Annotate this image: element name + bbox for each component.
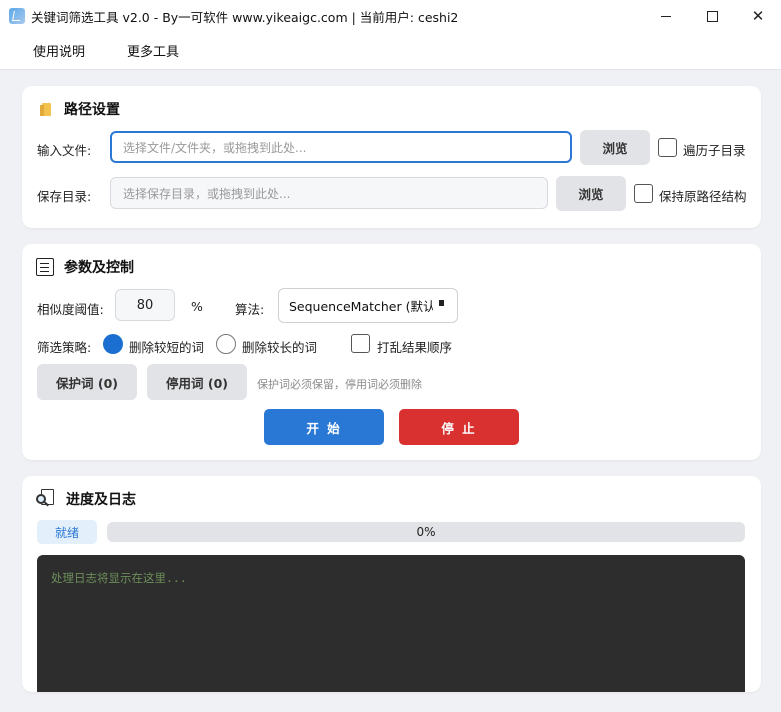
params-card: 参数及控制 相似度阈值: 80 % 算法: SequenceMatcher (默… (22, 244, 761, 460)
strategy-radio-longer[interactable] (216, 334, 236, 354)
menu-bar: 使用说明 更多工具 (0, 32, 781, 70)
save-dir-placeholder: 选择保存目录，或拖拽到此处... (123, 186, 291, 201)
input-file-placeholder: 选择文件/文件夹，或拖拽到此处... (123, 140, 307, 155)
keep-structure-checkbox[interactable] (634, 184, 653, 203)
menu-item-help[interactable]: 使用说明 (33, 41, 85, 60)
percent-label: % (191, 299, 203, 314)
maximize-icon[interactable] (689, 0, 735, 32)
recursive-label: 遍历子目录 (683, 143, 746, 158)
strategy-radio-shorter[interactable] (103, 334, 123, 354)
threshold-input[interactable]: 80 (115, 289, 175, 321)
log-placeholder: 处理日志将显示在这里... (51, 571, 187, 585)
dropdown-arrow-icon (439, 300, 444, 306)
log-magnifier-icon (36, 489, 56, 509)
stop-button[interactable]: 停 止 (399, 409, 519, 445)
path-settings-title: 路径设置 (40, 98, 120, 120)
input-file-field[interactable]: 选择文件/文件夹，或拖拽到此处... (110, 131, 572, 163)
title-bar: 关键词筛选工具 v2.0 - By一可软件 www.yikeaigc.com |… (0, 0, 781, 32)
list-icon (36, 258, 54, 276)
words-hint: 保护词必须保留，停用词必须删除 (257, 378, 422, 391)
shuffle-checkbox[interactable] (351, 334, 370, 353)
strategy-longer-label: 删除较长的词 (242, 340, 318, 355)
close-icon[interactable]: ✕ (735, 0, 781, 32)
start-button[interactable]: 开 始 (264, 409, 384, 445)
menu-item-more-tools[interactable]: 更多工具 (127, 41, 179, 60)
save-dir-label: 保存目录: (37, 189, 92, 204)
folder-icon (40, 102, 54, 116)
stop-words-button[interactable]: 停用词 (0) (147, 364, 247, 400)
progress-title-text: 进度及日志 (66, 492, 136, 508)
input-browse-button[interactable]: 浏览 (580, 130, 650, 165)
params-title: 参数及控制 (36, 256, 134, 278)
progress-bar: 0% (107, 522, 745, 542)
keep-structure-label: 保持原路径结构 (659, 189, 747, 204)
threshold-label: 相似度阈值: (37, 302, 104, 317)
strategy-shorter-label: 删除较短的词 (129, 340, 205, 355)
shuffle-label: 打乱结果顺序 (377, 340, 453, 355)
window-title: 关键词筛选工具 v2.0 - By一可软件 www.yikeaigc.com |… (31, 9, 459, 25)
protect-words-button[interactable]: 保护词 (0) (37, 364, 137, 400)
save-dir-field[interactable]: 选择保存目录，或拖拽到此处... (110, 177, 548, 209)
progress-title: 进度及日志 (36, 488, 136, 510)
log-output[interactable]: 处理日志将显示在这里... (37, 555, 745, 692)
path-settings-title-text: 路径设置 (64, 102, 120, 118)
params-title-text: 参数及控制 (64, 260, 134, 276)
minimize-icon[interactable] (643, 0, 689, 32)
strategy-label: 筛选策略: (37, 340, 92, 355)
algo-select[interactable]: SequenceMatcher (默认 (278, 288, 458, 323)
progress-percent: 0% (416, 525, 436, 539)
recursive-checkbox[interactable] (658, 138, 677, 157)
status-badge: 就绪 (37, 520, 97, 544)
window-controls: ✕ (643, 0, 781, 32)
app-icon (9, 8, 25, 24)
input-file-label: 输入文件: (37, 143, 92, 158)
path-settings-card: 路径设置 输入文件: 选择文件/文件夹，或拖拽到此处... 浏览 遍历子目录 保… (22, 86, 761, 228)
algo-label: 算法: (235, 302, 265, 317)
progress-card: 进度及日志 就绪 0% 处理日志将显示在这里... (22, 476, 761, 692)
save-browse-button[interactable]: 浏览 (556, 176, 626, 211)
algo-select-value: SequenceMatcher (默认 (289, 299, 433, 314)
